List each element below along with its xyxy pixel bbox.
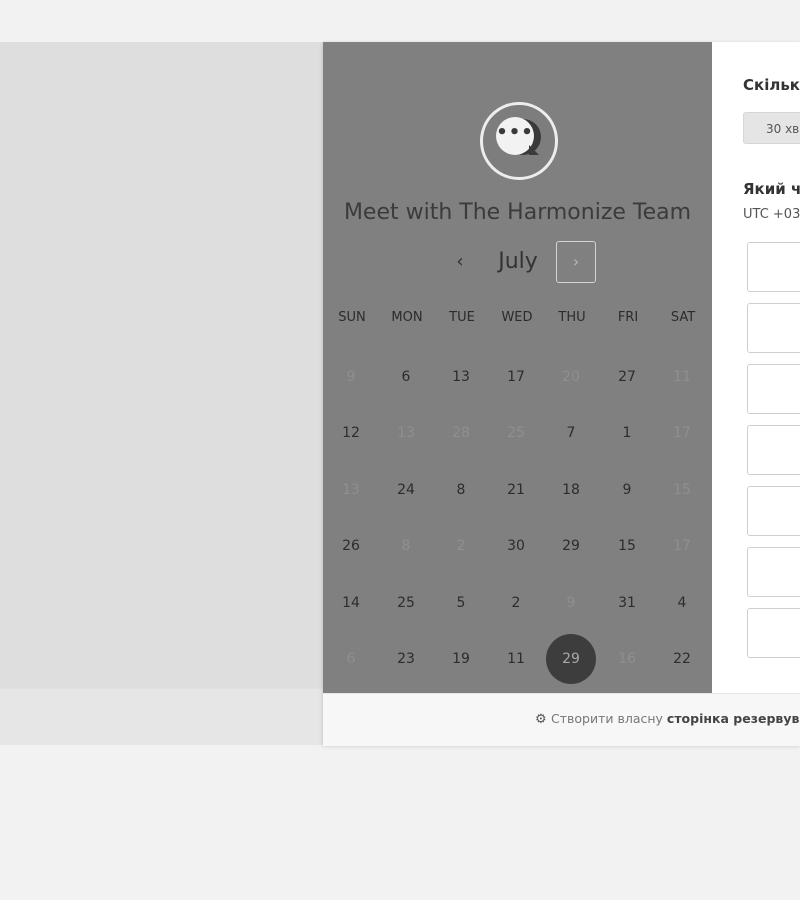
calendar-day: 8 bbox=[401, 538, 411, 554]
weekday-thu: THU bbox=[558, 310, 586, 325]
hubspot-sprocket-icon: ⚙ bbox=[535, 712, 547, 727]
booking-panel: Скільки 30 хви Який ча UTC +03 bbox=[712, 42, 800, 693]
calendar-day[interactable]: 15 bbox=[602, 521, 652, 571]
team-title: Meet with The Harmonize Team bbox=[343, 200, 692, 225]
meetings-widget: ••• Meet with The Harmonize Team ‹ July … bbox=[323, 42, 800, 746]
time-slot-button[interactable] bbox=[747, 608, 800, 658]
weekday-wed: WED bbox=[501, 310, 533, 325]
calendar-day[interactable]: 11 bbox=[491, 634, 541, 684]
calendar-day[interactable]: 2 bbox=[491, 578, 541, 628]
calendar-panel: ••• Meet with The Harmonize Team ‹ July … bbox=[323, 42, 712, 693]
calendar-day[interactable]: 8 bbox=[436, 465, 486, 515]
weekday-fri: FRI bbox=[617, 310, 639, 325]
time-slot-button[interactable] bbox=[747, 303, 800, 353]
background-panel bbox=[0, 42, 323, 688]
time-slot-button[interactable] bbox=[747, 486, 800, 536]
calendar-day: 20 bbox=[562, 369, 580, 385]
calendar-day[interactable]: 1 bbox=[602, 408, 652, 458]
calendar-day: 6 bbox=[346, 651, 356, 667]
time-slot-button[interactable] bbox=[747, 364, 800, 414]
chevron-right-icon[interactable]: › bbox=[556, 241, 596, 283]
footer-strong: сторінка резервуван bbox=[666, 711, 800, 726]
calendar-day[interactable]: 13 bbox=[436, 352, 486, 402]
time-heading: Який ча bbox=[743, 180, 800, 198]
month-navigation: ‹ July › bbox=[323, 241, 712, 285]
calendar-day[interactable]: 5 bbox=[436, 578, 486, 628]
weekday-tue: TUE bbox=[449, 310, 475, 325]
logo-tail-icon bbox=[529, 145, 539, 155]
time-slot-button[interactable] bbox=[747, 242, 800, 292]
calendar-day[interactable]: 27 bbox=[602, 352, 652, 402]
calendar-day[interactable]: 21 bbox=[491, 465, 541, 515]
calendar-day[interactable]: 4 bbox=[657, 578, 707, 628]
calendar-day: 13 bbox=[397, 425, 415, 441]
calendar-day[interactable]: 24 bbox=[381, 465, 431, 515]
team-logo: ••• bbox=[480, 102, 558, 180]
weekday-sat: SAT bbox=[670, 310, 696, 325]
calendar-day[interactable]: 29 bbox=[546, 521, 596, 571]
calendar-day[interactable]: 25 bbox=[381, 578, 431, 628]
weekday-header: SUN MON TUE WED THU FRI SAT bbox=[323, 310, 712, 332]
time-slot-button[interactable] bbox=[747, 425, 800, 475]
calendar-day: 15 bbox=[673, 482, 691, 498]
calendar-day[interactable]: 30 bbox=[491, 521, 541, 571]
month-label: July bbox=[498, 249, 538, 274]
calendar-day[interactable]: 18 bbox=[546, 465, 596, 515]
calendar-day[interactable]: 23 bbox=[381, 634, 431, 684]
calendar-day[interactable]: 19 bbox=[436, 634, 486, 684]
calendar-day[interactable]: 17 bbox=[491, 352, 541, 402]
calendar-day: 2 bbox=[456, 538, 466, 554]
calendar-day: 25 bbox=[507, 425, 525, 441]
calendar-day: 11 bbox=[673, 369, 691, 385]
calendar-day[interactable]: 22 bbox=[657, 634, 707, 684]
calendar-day: 17 bbox=[673, 538, 691, 554]
calendar-day[interactable]: 7 bbox=[546, 408, 596, 458]
calendar-day: 17 bbox=[673, 425, 691, 441]
background-footer-band bbox=[0, 688, 323, 745]
time-slot-button[interactable] bbox=[747, 547, 800, 597]
calendar-day: 9 bbox=[346, 369, 356, 385]
calendar-day[interactable]: 14 bbox=[326, 578, 376, 628]
footer-prefix: Створити власну bbox=[551, 711, 667, 726]
calendar-day: 9 bbox=[566, 595, 576, 611]
calendar-day: 16 bbox=[618, 651, 636, 667]
duration-option-button[interactable]: 30 хви bbox=[743, 112, 800, 144]
calendar-day: 28 bbox=[452, 425, 470, 441]
calendar-day[interactable]: 31 bbox=[602, 578, 652, 628]
calendar-day[interactable]: 6 bbox=[381, 352, 431, 402]
calendar-day[interactable]: 26 bbox=[326, 521, 376, 571]
create-booking-page-link[interactable]: ⚙ Створити власну сторінка резервуван bbox=[535, 711, 800, 727]
calendar-day[interactable]: 12 bbox=[326, 408, 376, 458]
weekday-sun: SUN bbox=[338, 310, 366, 325]
calendar-day-selected[interactable]: 29 bbox=[546, 634, 596, 684]
calendar-day[interactable]: 9 bbox=[602, 465, 652, 515]
calendar-day: 13 bbox=[342, 482, 360, 498]
ellipsis-icon: ••• bbox=[496, 122, 534, 143]
weekday-mon: MON bbox=[391, 310, 423, 325]
footer-bar: ⚙ Створити власну сторінка резервуван bbox=[323, 693, 800, 746]
duration-heading: Скільки bbox=[743, 76, 800, 94]
timezone-selector[interactable]: UTC +03 bbox=[743, 207, 800, 222]
